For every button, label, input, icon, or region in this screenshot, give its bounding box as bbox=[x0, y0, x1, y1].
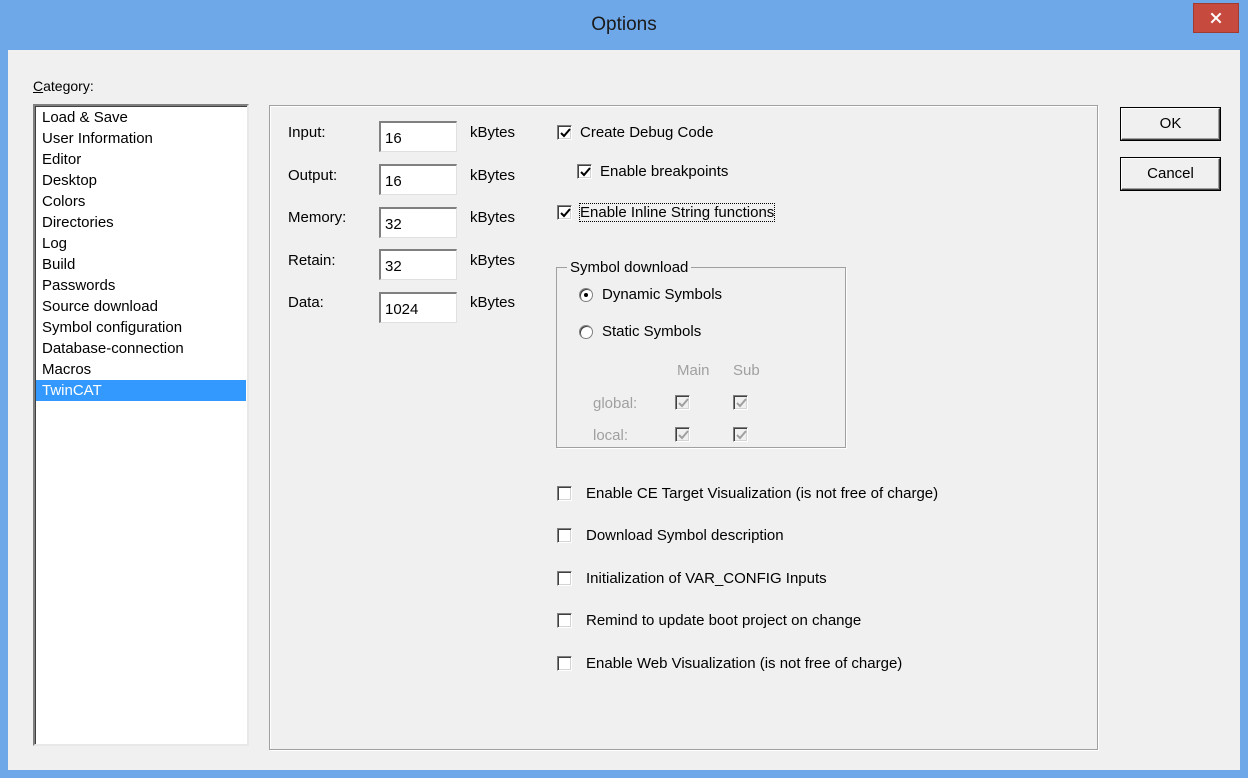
category-item-symbol-configuration[interactable]: Symbol configuration bbox=[36, 317, 246, 338]
category-item-directories[interactable]: Directories bbox=[36, 212, 246, 233]
category-label: Category: bbox=[33, 78, 94, 94]
symbol-download-title: Symbol download bbox=[567, 259, 692, 276]
local-main-checkbox[interactable] bbox=[675, 427, 690, 442]
category-item-macros[interactable]: Macros bbox=[36, 359, 246, 380]
close-button[interactable] bbox=[1193, 3, 1239, 33]
global-sub-checkbox[interactable] bbox=[733, 395, 748, 410]
retain-unit: kBytes bbox=[470, 252, 516, 269]
output-unit: kBytes bbox=[470, 167, 516, 184]
dynamic-symbols-label[interactable]: Dynamic Symbols bbox=[602, 286, 722, 303]
memory-label: Memory: bbox=[288, 209, 347, 226]
enable-web-vis-checkbox[interactable] bbox=[557, 656, 572, 671]
category-item-build[interactable]: Build bbox=[36, 254, 246, 275]
category-item-log[interactable]: Log bbox=[36, 233, 246, 254]
input-size-field[interactable]: 16 bbox=[379, 121, 457, 152]
retain-size-field[interactable]: 32 bbox=[379, 249, 457, 280]
checkmark-icon bbox=[678, 398, 689, 408]
enable-inline-string-checkbox[interactable] bbox=[557, 205, 572, 220]
enable-breakpoints-label[interactable]: Enable breakpoints bbox=[600, 163, 728, 180]
symbol-download-group: Symbol download Dynamic Symbols Static S… bbox=[556, 259, 846, 448]
checkmark-icon bbox=[560, 128, 571, 138]
category-item-user-information[interactable]: User Information bbox=[36, 128, 246, 149]
input-label: Input: bbox=[288, 124, 326, 141]
category-item-twincat[interactable]: TwinCAT bbox=[36, 380, 246, 401]
data-size-field[interactable]: 1024 bbox=[379, 292, 457, 323]
category-item-database-connection[interactable]: Database-connection bbox=[36, 338, 246, 359]
checkmark-icon bbox=[560, 208, 571, 218]
enable-breakpoints-checkbox[interactable] bbox=[577, 164, 592, 179]
category-list[interactable]: Load & Save User Information Editor Desk… bbox=[33, 104, 249, 746]
local-row-label: local: bbox=[593, 427, 629, 444]
cancel-button[interactable]: Cancel bbox=[1121, 158, 1220, 190]
retain-label: Retain: bbox=[288, 252, 336, 269]
checkmark-icon bbox=[736, 398, 747, 408]
output-size-field[interactable]: 16 bbox=[379, 164, 457, 195]
enable-web-vis-label[interactable]: Enable Web Visualization (is not free of… bbox=[586, 655, 902, 672]
remind-boot-project-checkbox[interactable] bbox=[557, 613, 572, 628]
dialog-body: Category: Load & Save User Information E… bbox=[8, 50, 1240, 770]
global-main-checkbox[interactable] bbox=[675, 395, 690, 410]
category-item-source-download[interactable]: Source download bbox=[36, 296, 246, 317]
category-item-colors[interactable]: Colors bbox=[36, 191, 246, 212]
download-symbol-description-label[interactable]: Download Symbol description bbox=[586, 527, 784, 544]
data-unit: kBytes bbox=[470, 294, 516, 311]
create-debug-code-checkbox[interactable] bbox=[557, 125, 572, 140]
global-row-label: global: bbox=[593, 395, 638, 412]
category-item-passwords[interactable]: Passwords bbox=[36, 275, 246, 296]
window-title: Options bbox=[591, 14, 657, 35]
input-unit: kBytes bbox=[470, 124, 516, 141]
checkmark-icon bbox=[580, 167, 591, 177]
enable-ce-target-checkbox[interactable] bbox=[557, 486, 572, 501]
close-icon bbox=[1210, 12, 1222, 24]
data-label: Data: bbox=[288, 294, 324, 311]
checkmark-icon bbox=[736, 430, 747, 440]
static-symbols-radio[interactable] bbox=[579, 325, 593, 339]
options-dialog: Options Category: Load & Save User Infor… bbox=[0, 0, 1248, 778]
ok-button[interactable]: OK bbox=[1121, 108, 1220, 140]
sub-column-label: Sub bbox=[733, 362, 760, 379]
download-symbol-description-checkbox[interactable] bbox=[557, 528, 572, 543]
dynamic-symbols-radio[interactable] bbox=[579, 288, 593, 302]
memory-size-field[interactable]: 32 bbox=[379, 207, 457, 238]
init-var-config-label[interactable]: Initialization of VAR_CONFIG Inputs bbox=[586, 570, 827, 587]
enable-inline-string-label[interactable]: Enable Inline String functions bbox=[578, 203, 776, 222]
create-debug-code-label[interactable]: Create Debug Code bbox=[580, 124, 713, 141]
category-item-desktop[interactable]: Desktop bbox=[36, 170, 246, 191]
title-bar[interactable]: Options bbox=[0, 0, 1248, 50]
category-item-editor[interactable]: Editor bbox=[36, 149, 246, 170]
main-column-label: Main bbox=[677, 362, 710, 379]
remind-boot-project-label[interactable]: Remind to update boot project on change bbox=[586, 612, 861, 629]
memory-unit: kBytes bbox=[470, 209, 516, 226]
static-symbols-label[interactable]: Static Symbols bbox=[602, 323, 701, 340]
enable-ce-target-label[interactable]: Enable CE Target Visualization (is not f… bbox=[586, 485, 938, 502]
category-item-load-save[interactable]: Load & Save bbox=[36, 107, 246, 128]
local-sub-checkbox[interactable] bbox=[733, 427, 748, 442]
checkmark-icon bbox=[678, 430, 689, 440]
output-label: Output: bbox=[288, 167, 338, 184]
init-var-config-checkbox[interactable] bbox=[557, 571, 572, 586]
twincat-settings-panel: Input: 16 kBytes Output: 16 kBytes Memor… bbox=[269, 105, 1098, 750]
